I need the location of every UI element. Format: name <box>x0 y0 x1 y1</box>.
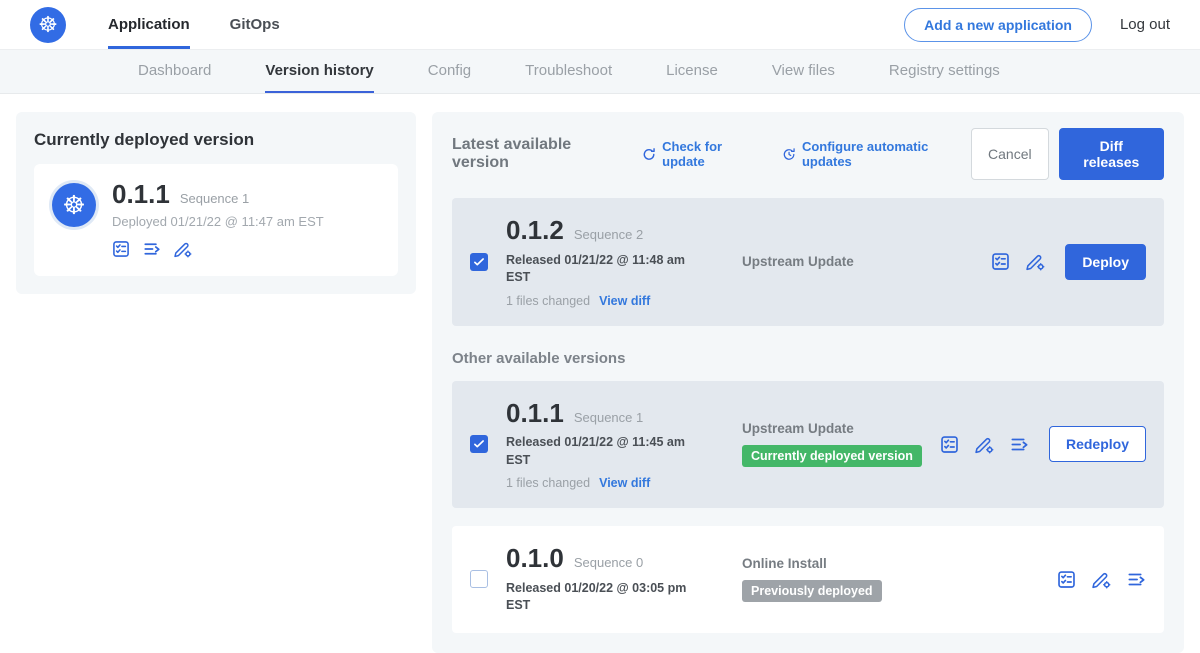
logout-link[interactable]: Log out <box>1120 16 1170 33</box>
release-notes-icon[interactable] <box>112 240 130 258</box>
version-source: Upstream Update <box>738 254 991 269</box>
auto-update-clock-icon <box>782 147 796 162</box>
configure-automatic-updates-label: Configure automatic updates <box>802 139 971 169</box>
view-diff-link[interactable]: View diff <box>599 294 650 308</box>
redeploy-button[interactable]: Redeploy <box>1049 426 1146 462</box>
deploy-logs-icon[interactable] <box>143 240 161 258</box>
release-notes-icon[interactable] <box>940 435 959 454</box>
kubernetes-logo-icon: ☸ <box>30 7 66 43</box>
edit-config-icon[interactable] <box>975 435 994 454</box>
version-checkbox[interactable] <box>470 435 488 453</box>
version-actions: Redeploy <box>940 426 1146 462</box>
version-number: 0.1.0 <box>506 544 564 573</box>
source-label: Upstream Update <box>742 254 991 269</box>
deployed-timestamp: Deployed 01/21/22 @ 11:47 am EST <box>112 214 324 229</box>
header-actions: Cancel Diff releases <box>971 128 1164 180</box>
kubernetes-app-icon: ☸ <box>52 183 96 227</box>
available-versions-panel: Latest available version Check for updat… <box>432 112 1184 653</box>
subnav-troubleshoot[interactable]: Troubleshoot <box>525 50 612 93</box>
check-for-update-label: Check for update <box>662 139 762 169</box>
main-content: Currently deployed version ☸ 0.1.1 Seque… <box>0 94 1200 653</box>
version-row: 0.1.0 Sequence 0 Released 01/20/22 @ 03:… <box>452 526 1164 633</box>
version-actions: Deploy <box>991 244 1146 280</box>
app-tabs: Application GitOps <box>108 0 320 49</box>
release-notes-icon[interactable] <box>1057 570 1076 589</box>
files-changed-label: 1 files changed <box>506 294 590 308</box>
subnav-license[interactable]: License <box>666 50 718 93</box>
version-info: 0.1.0 Sequence 0 Released 01/20/22 @ 03:… <box>506 544 738 615</box>
sequence-label: Sequence 1 <box>574 410 643 425</box>
released-timestamp: Released 01/20/22 @ 03:05 pm EST <box>506 580 711 615</box>
currently-deployed-badge: Currently deployed version <box>742 445 922 467</box>
tab-gitops[interactable]: GitOps <box>230 0 280 49</box>
previously-deployed-badge: Previously deployed <box>742 580 882 602</box>
released-timestamp: Released 01/21/22 @ 11:48 am EST <box>506 252 711 287</box>
subnav-dashboard[interactable]: Dashboard <box>138 50 211 93</box>
check-for-update-link[interactable]: Check for update <box>642 139 762 169</box>
version-source: Upstream Update Currently deployed versi… <box>738 421 940 467</box>
sequence-label: Sequence 2 <box>574 227 643 242</box>
deployed-icon-row <box>112 240 324 258</box>
tab-application[interactable]: Application <box>108 0 190 49</box>
deploy-logs-icon[interactable] <box>1127 570 1146 589</box>
deployed-version-card: ☸ 0.1.1 Sequence 1 Deployed 01/21/22 @ 1… <box>34 164 398 276</box>
top-navbar: ☸ Application GitOps Add a new applicati… <box>0 0 1200 50</box>
cancel-button[interactable]: Cancel <box>971 128 1049 180</box>
currently-deployed-panel: Currently deployed version ☸ 0.1.1 Seque… <box>16 112 416 294</box>
row-spacer <box>452 508 1164 526</box>
version-number: 0.1.1 <box>506 399 564 428</box>
files-changed-label: 1 files changed <box>506 476 590 490</box>
version-checkbox[interactable] <box>470 253 488 271</box>
edit-config-icon[interactable] <box>1092 570 1111 589</box>
version-info: 0.1.2 Sequence 2 Released 01/21/22 @ 11:… <box>506 216 738 308</box>
version-row: 0.1.1 Sequence 1 Released 01/21/22 @ 11:… <box>452 381 1164 509</box>
add-new-application-button[interactable]: Add a new application <box>904 8 1092 42</box>
other-available-versions-title: Other available versions <box>452 350 1164 367</box>
edit-config-icon[interactable] <box>1026 252 1045 271</box>
source-label: Upstream Update <box>742 421 940 436</box>
currently-deployed-title: Currently deployed version <box>34 130 398 150</box>
diff-releases-button[interactable]: Diff releases <box>1059 128 1164 180</box>
sequence-label: Sequence 0 <box>574 555 643 570</box>
version-row: 0.1.2 Sequence 2 Released 01/21/22 @ 11:… <box>452 198 1164 326</box>
deployed-sequence-label: Sequence 1 <box>180 191 249 206</box>
source-label: Online Install <box>742 556 1057 571</box>
subnav-view-files[interactable]: View files <box>772 50 835 93</box>
version-actions <box>1057 570 1146 589</box>
refresh-icon <box>642 147 656 162</box>
subnav-version-history[interactable]: Version history <box>265 50 373 93</box>
deploy-logs-icon[interactable] <box>1010 435 1029 454</box>
version-checkbox[interactable] <box>470 570 488 588</box>
configure-automatic-updates-link[interactable]: Configure automatic updates <box>782 139 971 169</box>
available-versions-header: Latest available version Check for updat… <box>452 128 1164 180</box>
navbar-right: Add a new application Log out <box>904 8 1200 42</box>
version-number: 0.1.2 <box>506 216 564 245</box>
deploy-button[interactable]: Deploy <box>1065 244 1146 280</box>
app-subnav: Dashboard Version history Config Trouble… <box>0 50 1200 94</box>
latest-available-title: Latest available version <box>452 136 622 172</box>
subnav-registry-settings[interactable]: Registry settings <box>889 50 1000 93</box>
view-diff-link[interactable]: View diff <box>599 476 650 490</box>
version-info: 0.1.1 Sequence 1 Released 01/21/22 @ 11:… <box>506 399 738 491</box>
version-source: Online Install Previously deployed <box>738 556 1057 602</box>
release-notes-icon[interactable] <box>991 252 1010 271</box>
edit-config-icon[interactable] <box>174 240 192 258</box>
subnav-config[interactable]: Config <box>428 50 471 93</box>
deployed-version-details: 0.1.1 Sequence 1 Deployed 01/21/22 @ 11:… <box>112 180 324 258</box>
deployed-version-number: 0.1.1 <box>112 180 170 209</box>
released-timestamp: Released 01/21/22 @ 11:45 am EST <box>506 434 711 469</box>
